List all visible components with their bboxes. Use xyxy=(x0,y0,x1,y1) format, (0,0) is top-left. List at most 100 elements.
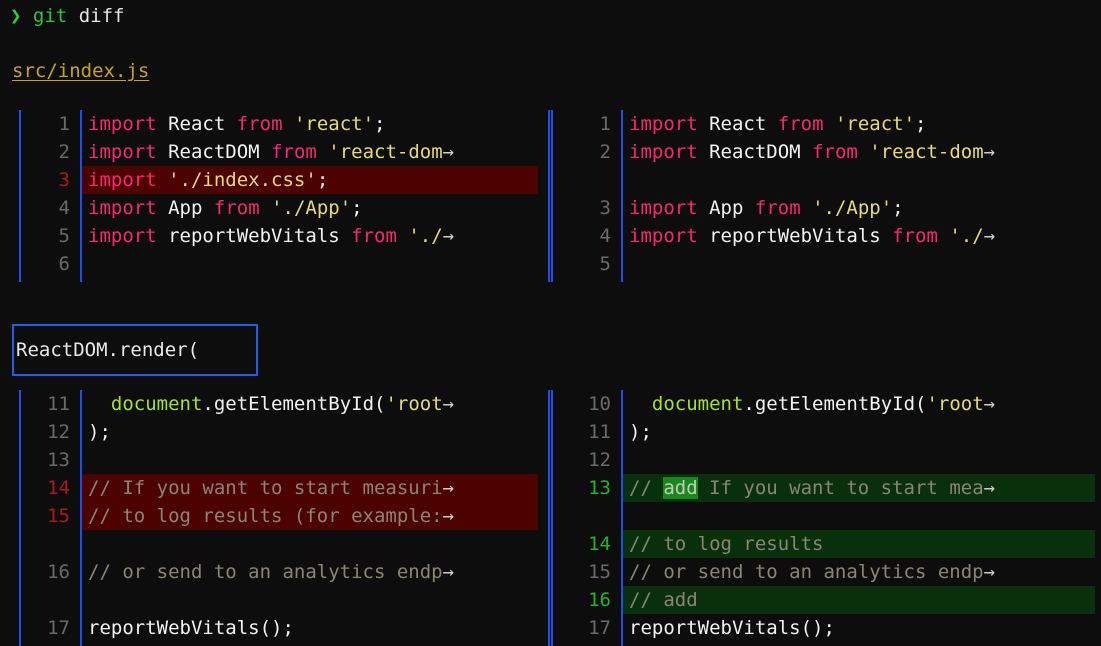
code-token: // or send to an analytics endp xyxy=(629,561,984,583)
diff-pane-old: 11 12 13 14 15 16 17 document.getElementById… xyxy=(0,390,551,646)
line-number: 10 xyxy=(588,393,611,415)
overflow-arrow-icon: → xyxy=(983,225,996,247)
line-number: 13 xyxy=(588,477,611,499)
code-token: import xyxy=(629,113,698,135)
code-line[interactable] xyxy=(88,586,551,614)
code-token: React xyxy=(168,113,226,135)
code-line[interactable]: document.getElementById('root→ xyxy=(88,390,551,418)
line-number xyxy=(0,586,70,614)
code-line[interactable] xyxy=(629,502,1101,530)
terminal-prompt-line: ❯ git diff xyxy=(10,2,124,30)
code-line[interactable]: // or send to an analytics endp→ xyxy=(88,558,551,586)
code-token: App xyxy=(168,197,203,219)
code-line[interactable] xyxy=(88,446,551,474)
line-number-gutter: 1 2 3 4 5 xyxy=(551,110,621,282)
code-line[interactable]: import ReactDOM from 'react-dom→ xyxy=(88,138,551,166)
code-line[interactable]: // If you want to start measuri→ xyxy=(82,474,551,502)
code-token: 'root xyxy=(385,393,443,415)
gutter-divider-rule xyxy=(80,390,82,646)
code-line[interactable]: // add xyxy=(623,586,1101,614)
code-token: ( xyxy=(915,393,927,415)
code-line[interactable]: // add If you want to start mea→ xyxy=(623,474,1101,502)
diff-file-path[interactable]: src/index.js xyxy=(12,57,149,85)
code-line[interactable]: import reportWebVitals from './→ xyxy=(629,222,1101,250)
code-token: 'react' xyxy=(293,113,375,135)
code-token: import xyxy=(88,197,157,219)
code-token: import xyxy=(88,169,157,191)
code-line[interactable] xyxy=(629,446,1101,474)
line-number xyxy=(551,502,611,530)
code-token: from xyxy=(351,225,397,247)
line-number: 14 xyxy=(47,477,70,499)
code-line[interactable]: // to log results (for example:→ xyxy=(82,502,551,530)
pane-right-rule xyxy=(548,110,550,282)
code-line[interactable]: import reportWebVitals from './→ xyxy=(88,222,551,250)
overflow-arrow-icon: → xyxy=(442,141,455,163)
code-token: // to log results xyxy=(629,533,824,555)
code-line[interactable] xyxy=(88,530,551,558)
code-token: // xyxy=(629,477,664,499)
code-line[interactable]: reportWebVitals(); xyxy=(88,614,551,642)
code-token: import xyxy=(629,225,698,247)
hunk-header-text: ReactDOM.render( xyxy=(16,339,200,361)
code-token: reportWebVitals(); xyxy=(629,617,835,639)
code-line[interactable]: import './index.css'; xyxy=(82,166,551,194)
line-number: 3 xyxy=(58,169,70,191)
overflow-arrow-icon: → xyxy=(442,477,455,499)
code-line[interactable]: ); xyxy=(88,418,551,446)
code-lines: import React from 'react'; import ReactDO… xyxy=(623,110,1101,282)
pane-left-rule xyxy=(551,390,553,646)
code-line[interactable]: ); xyxy=(629,418,1101,446)
line-number-gutter: 10 11 12 13 14 15 16 17 xyxy=(551,390,621,646)
code-line[interactable]: import React from 'react'; xyxy=(88,110,551,138)
diff-block-new-bottom: 10 11 12 13 14 15 16 17 document.getElementByI… xyxy=(551,390,1101,646)
line-number: 17 xyxy=(588,617,611,639)
code-line[interactable]: document.getElementById('root→ xyxy=(629,390,1101,418)
code-line[interactable]: reportWebVitals(); xyxy=(629,614,1101,642)
code-line[interactable]: import App from './App'; xyxy=(629,194,1101,222)
code-line[interactable] xyxy=(629,250,1101,278)
code-line[interactable]: // to log results xyxy=(623,530,1101,558)
code-token: from xyxy=(236,113,283,135)
overflow-arrow-icon: → xyxy=(983,477,996,499)
code-line[interactable]: // or send to an analytics endp→ xyxy=(629,558,1101,586)
gutter-divider-rule xyxy=(80,110,82,282)
gutter-divider-rule xyxy=(621,390,623,646)
code-token: reportWebVitals xyxy=(709,225,881,247)
line-number: 12 xyxy=(588,449,611,471)
line-number: 16 xyxy=(588,589,611,611)
pane-right-rule xyxy=(548,390,550,646)
code-token: './index.css' xyxy=(168,169,317,191)
code-line[interactable]: import ReactDOM from 'react-dom→ xyxy=(629,138,1101,166)
code-line[interactable]: import React from 'react'; xyxy=(629,110,1101,138)
pane-left-rule xyxy=(551,110,553,282)
code-line[interactable] xyxy=(629,166,1101,194)
code-token: 'react-dom xyxy=(869,141,984,163)
line-number: 1 xyxy=(599,113,611,135)
code-token: reportWebVitals(); xyxy=(88,617,294,639)
code-token: import xyxy=(88,113,157,135)
code-token: ; xyxy=(351,197,363,219)
code-line[interactable] xyxy=(88,250,551,278)
overflow-arrow-icon: → xyxy=(442,505,455,527)
code-token: 'root xyxy=(926,393,984,415)
line-number: 6 xyxy=(58,253,70,275)
code-line[interactable]: import App from './App'; xyxy=(88,194,551,222)
code-token: . xyxy=(202,393,214,415)
code-lines: import React from 'react'; import ReactDO… xyxy=(82,110,551,282)
